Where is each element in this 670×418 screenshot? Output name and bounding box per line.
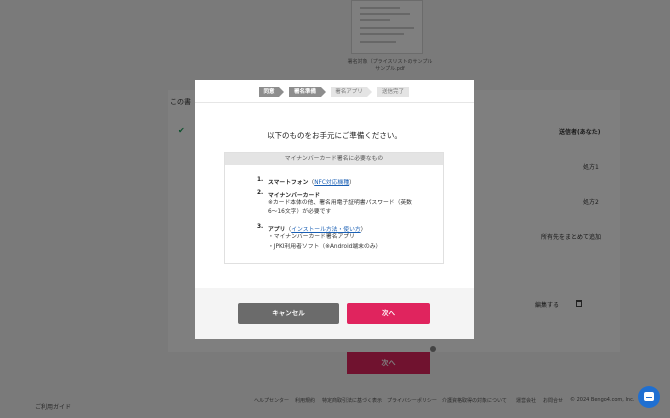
next-button[interactable]: 次へ — [347, 303, 430, 324]
step-label: 署名準備 — [293, 89, 316, 95]
step-label: 署名アプリ — [335, 89, 363, 95]
item-number: 3. — [257, 224, 264, 230]
step-complete: 送信完了 — [377, 87, 409, 97]
item-description: ※カード本体の他、署名用電子証明書パスワード（英数6〜16文字）が必要です — [268, 200, 412, 215]
step-prep: 署名準備 — [289, 87, 326, 97]
step-app: 署名アプリ — [331, 87, 372, 97]
modal-title: 以下のものをお手元にご準備ください。 — [267, 131, 402, 140]
requirements-header: マイナンバーカード署名に必要なもの — [225, 153, 443, 165]
cancel-button[interactable]: キャンセル — [238, 303, 339, 324]
signing-prep-modal: 同意 署名準備 署名アプリ 送信完了 以下のものをお手元にご準備ください。 マイ… — [195, 80, 474, 339]
item-number: 2. — [257, 190, 264, 196]
step-agree: 同意 — [259, 87, 284, 97]
modal-footer: キャンセル 次へ — [195, 288, 474, 339]
progress-steps: 同意 署名準備 署名アプリ 送信完了 — [195, 80, 474, 103]
item-label: マイナンバーカード — [268, 193, 321, 199]
step-label: 同意 — [263, 89, 275, 95]
chat-icon — [644, 392, 654, 401]
item-label: スマートフォン — [268, 180, 309, 186]
chat-launcher-button[interactable] — [638, 386, 660, 408]
requirements-box: マイナンバーカード署名に必要なもの 1. スマートフォン（NFC対応機種） 2.… — [224, 152, 444, 264]
nfc-devices-link[interactable]: NFC対応機種 — [314, 180, 349, 186]
item-description: ・マイナンバーカード署名アプリ — [268, 234, 355, 240]
step-label: 送信完了 — [381, 89, 404, 95]
item-description: ・JPKI利用者ソフト（※Android端末のみ） — [268, 244, 382, 250]
item-number: 1. — [257, 177, 264, 183]
